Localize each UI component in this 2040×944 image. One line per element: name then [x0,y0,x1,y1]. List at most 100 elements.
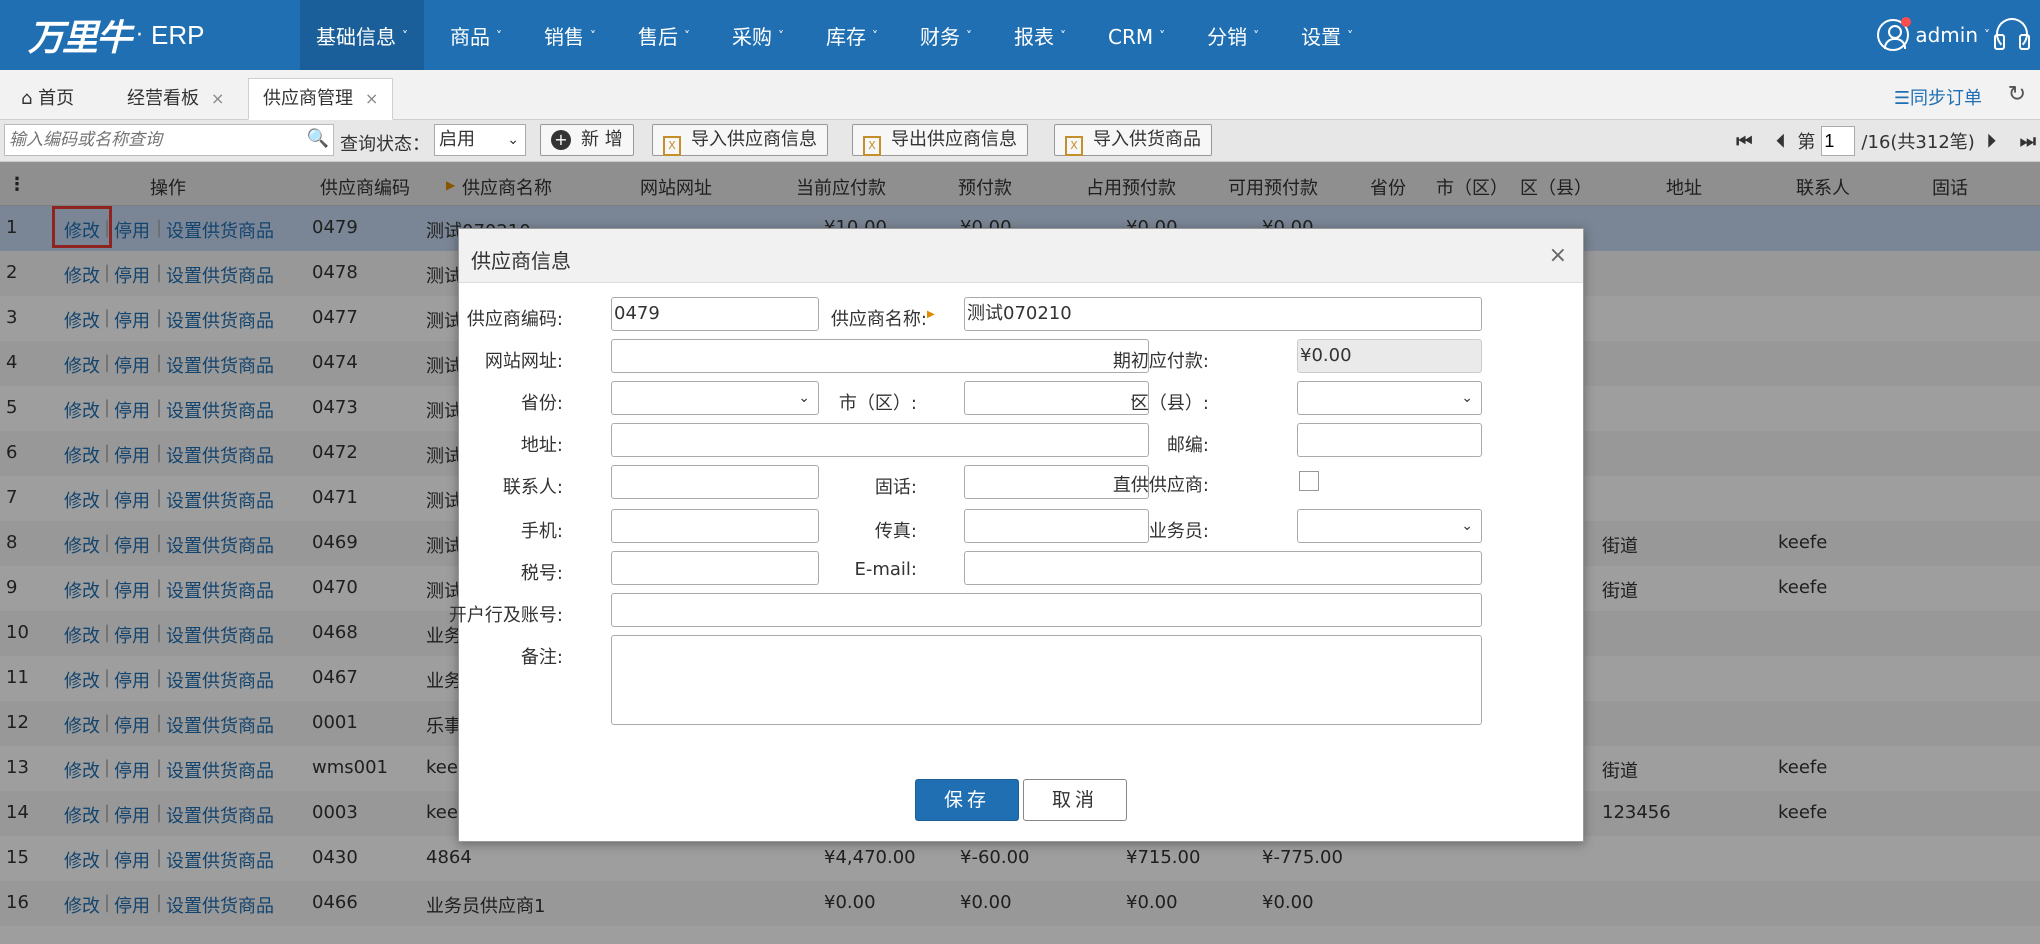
chevron-down-icon: ˅ [684,29,690,43]
supplier-name-input[interactable]: 测试070210 [964,297,1482,331]
product-name: ERP [151,19,205,50]
user-avatar-icon [1877,17,1912,51]
chevron-down-icon: ˅ [590,29,596,43]
website-input[interactable] [611,339,1149,373]
required-marker-icon: ▶ [927,309,935,320]
zip-input[interactable] [1297,423,1482,457]
chevron-down-icon: ˅ [402,29,408,43]
contact-input[interactable] [611,465,819,499]
supplier-info-dialog: 供应商信息 × 供应商编码: 0479 供应商名称: ▶ 测试070210 网站… [449,228,1584,842]
mobile-input[interactable] [611,509,819,543]
chevron-down-icon: ⌄ [507,132,519,148]
close-icon[interactable]: × [1549,243,1567,268]
tax-id-input[interactable] [611,551,819,585]
grid-toolbar: 🔍 查询状态： 启用⌄ +新 增 X导入供应商信息 X导出供应商信息 X导入供货… [0,120,2040,162]
search-icon[interactable]: 🔍 [307,128,329,149]
menu-crm[interactable]: CRM ˅ [1092,0,1181,70]
phone-label: 固话: [874,477,917,498]
salesman-label: 业务员: [1148,521,1209,542]
chevron-down-icon: ⌄ [1461,518,1473,534]
cancel-button[interactable]: 取消 [1023,779,1127,821]
menu-distribution[interactable]: 分销 ˅ [1191,0,1275,70]
tab-home[interactable]: ⌂ 首页 [6,78,89,120]
close-icon[interactable]: × [211,89,224,108]
tax-id-label: 税号: [520,563,563,584]
mobile-label: 手机: [520,521,563,542]
save-button[interactable]: 保存 [915,779,1019,821]
notification-dot [1901,17,1912,27]
page-number-input[interactable] [1821,126,1856,156]
chevron-down-icon: ˅ [1347,29,1354,43]
close-icon[interactable]: × [365,89,378,108]
status-filter-select[interactable]: 启用 ⌄ [434,124,526,156]
brand-dot: · [136,22,144,48]
prev-page-icon[interactable]: ⏴ [1776,131,1785,152]
fax-input[interactable] [964,509,1149,543]
zip-label: 邮编: [1166,435,1209,456]
chevron-down-icon: ⌄ [798,390,810,406]
province-label: 省份: [520,393,563,414]
city-label: 市（区）: [838,393,917,414]
tab-supplier-management[interactable]: 供应商管理 × [248,78,394,120]
add-button[interactable]: + 新 增 [540,124,634,156]
email-input[interactable] [964,551,1482,585]
menu-basic-info[interactable]: 基础信息 ˅ [300,0,424,70]
menu-sales[interactable]: 销售 ˅ [528,0,612,70]
address-input[interactable] [611,423,1149,457]
refresh-icon[interactable]: ↻ [2008,82,2026,107]
username: admin [1915,23,1978,47]
import-goods-button[interactable]: X 导入供货商品 [1054,124,1212,156]
chevron-down-icon: ⌄ [1461,390,1473,406]
direct-supplier-label: 直供供应商: [1112,475,1209,496]
last-page-icon[interactable]: ⏭ [2020,131,2036,152]
opening-payable-label: 期初应付款: [1112,351,1209,372]
menu-after-sales[interactable]: 售后 ˅ [622,0,706,70]
opening-payable-input[interactable]: ¥0.00 [1297,339,1482,373]
page-tab-bar: ⌂ 首页 经营看板 × 供应商管理 × [0,70,2040,120]
email-label: E-mail: [854,559,918,580]
brand-logo[interactable]: 万里牛 · ERP [28,12,205,59]
page-prefix: 第 [1797,132,1816,153]
city-select[interactable]: ⌄ [964,381,1149,415]
pagination: ⏮ ⏴ 第 /16(共312笔) ⏵ ⏭ [1724,126,2040,156]
menu-settings[interactable]: 设置 ˅ [1285,0,1369,70]
home-icon: ⌂ [21,88,33,109]
dialog-title: 供应商信息 [471,249,571,273]
support-headset-icon[interactable] [1994,18,2030,50]
page-total: /16(共312笔) [1861,132,1975,153]
dialog-header: 供应商信息 × [459,229,1583,283]
excel-file-icon: X [663,136,681,156]
export-supplier-button[interactable]: X 导出供应商信息 [852,124,1028,156]
top-navigation-bar: 万里牛 · ERP 基础信息 ˅ 商品 ˅ 销售 ˅ 售后 ˅ 采购 ˅ 库存 ˅ 财务 ˅ … [0,0,2040,70]
user-menu[interactable]: admin ˅ [1877,0,1990,70]
remark-textarea[interactable] [611,635,1482,725]
first-page-icon[interactable]: ⏮ [1736,131,1752,152]
salesman-select[interactable]: ⌄ [1297,509,1482,543]
fax-label: 传真: [874,521,917,542]
tab-dashboard[interactable]: 经营看板 × [112,78,239,120]
menu-purchase[interactable]: 采购 ˅ [716,0,800,70]
next-page-icon[interactable]: ⏵ [1987,131,1996,152]
province-select[interactable]: ⌄ [611,381,819,415]
plus-icon: + [551,130,571,150]
status-filter-label: 查询状态： [340,134,430,155]
menu-finance[interactable]: 财务 ˅ [904,0,988,70]
menu-inventory[interactable]: 库存 ˅ [810,0,894,70]
menu-reports[interactable]: 报表 ˅ [998,0,1082,70]
supplier-name-label: 供应商名称: [830,309,927,330]
chevron-down-icon: ˅ [1060,29,1066,43]
supplier-code-input[interactable]: 0479 [611,297,819,331]
import-supplier-button[interactable]: X 导入供应商信息 [652,124,828,156]
main-menu: 基础信息 ˅ 商品 ˅ 销售 ˅ 售后 ˅ 采购 ˅ 库存 ˅ 财务 ˅ 报表 ˅ CRM ˅ 分… [300,0,1379,70]
bank-account-input[interactable] [611,593,1482,627]
district-select[interactable]: ⌄ [1297,381,1482,415]
sync-orders-button[interactable]: ☰同步订单 [1894,84,1982,110]
search-input[interactable] [5,125,295,155]
brand-name: 万里牛 [28,17,132,59]
menu-goods[interactable]: 商品 ˅ [434,0,518,70]
chevron-down-icon: ˅ [1253,29,1260,43]
direct-supplier-checkbox[interactable] [1299,471,1319,491]
chevron-down-icon: ˅ [1984,28,1990,42]
chevron-down-icon: ˅ [778,29,784,43]
address-label: 地址: [520,435,563,456]
